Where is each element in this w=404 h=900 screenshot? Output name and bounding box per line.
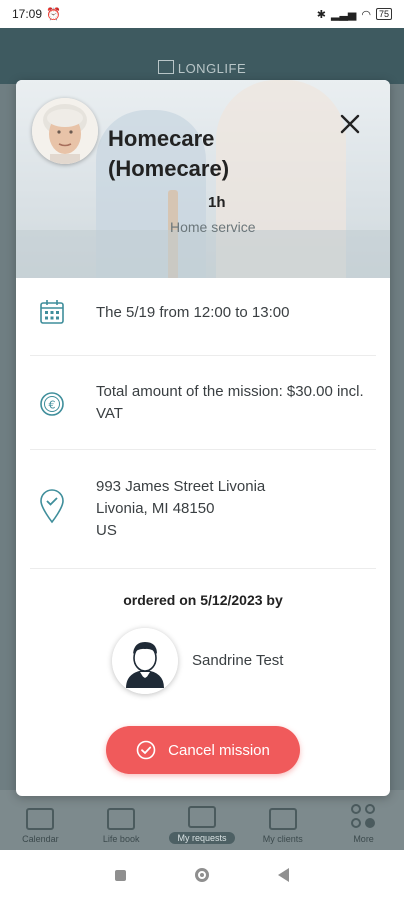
- close-button[interactable]: [334, 108, 366, 140]
- cancel-mission-button[interactable]: Cancel mission: [106, 726, 300, 774]
- status-time: 17:09: [12, 7, 43, 21]
- nav-label: More: [353, 834, 374, 844]
- alarm-icon: ⏰: [46, 7, 61, 21]
- service-type: Home service: [170, 219, 256, 235]
- nav-item-my-clients[interactable]: My clients: [248, 808, 318, 844]
- battery-icon: 75: [375, 8, 392, 20]
- mission-detail-modal: Homecare (Homecare) 1h Home service The …: [16, 80, 390, 796]
- amount-text: Total amount of the mission: $30.00 incl…: [96, 383, 364, 422]
- nav-label: My requests: [169, 832, 235, 844]
- bottom-nav: Calendar Life book My requests My client…: [0, 790, 404, 850]
- clients-icon: [268, 808, 297, 830]
- nav-item-my-requests[interactable]: My requests: [167, 806, 237, 844]
- grid-more-icon: [350, 804, 377, 830]
- address-line-2: Livonia, MI 48150: [96, 500, 215, 517]
- signal-icon: ▂▃▅: [330, 8, 357, 21]
- elder-face-icon: [32, 98, 98, 164]
- close-icon: [340, 114, 360, 134]
- divider: [30, 449, 376, 450]
- status-left: 17:09 ⏰: [12, 7, 61, 21]
- book-icon: [107, 808, 136, 830]
- system-nav-bar: [0, 850, 404, 900]
- nav-item-life-book[interactable]: Life book: [86, 808, 156, 844]
- orderer-avatar: [112, 628, 178, 694]
- address-block: 993 James Street Livonia Livonia, MI 481…: [16, 476, 390, 542]
- schedule-text: The 5/19 from 12:00 to 13:00: [96, 304, 290, 321]
- brand-name: LONGLIFE: [177, 61, 247, 76]
- nav-label: Calendar: [22, 834, 59, 844]
- address-line-1: 993 James Street Livonia: [96, 478, 266, 495]
- address-line-3: US: [96, 522, 117, 539]
- brand-logo: LONGLIFE: [0, 60, 404, 76]
- logo-mark-icon: [157, 60, 174, 74]
- recents-icon[interactable]: [114, 869, 126, 881]
- nav-label: Life book: [102, 834, 140, 844]
- orderer-name: Sandrine Test: [192, 652, 284, 669]
- status-bar: 17:09 ⏰ ✱ ▂▃▅ ◠ 75: [0, 0, 404, 28]
- check-circle-icon: [136, 740, 156, 760]
- divider: [30, 355, 376, 356]
- user-avatar-icon: [112, 628, 178, 694]
- wifi-icon: ◠: [361, 8, 371, 21]
- divider: [30, 568, 376, 569]
- nav-item-calendar[interactable]: Calendar: [5, 808, 75, 844]
- service-title: Homecare (Homecare): [108, 126, 230, 181]
- home-icon[interactable]: [194, 868, 209, 882]
- status-right: ✱ ▂▃▅ ◠ 75: [317, 8, 392, 21]
- nav-item-more[interactable]: More: [329, 804, 399, 844]
- ordered-info: ordered on 5/12/2023 by: [123, 592, 283, 608]
- back-icon[interactable]: [278, 868, 290, 882]
- bluetooth-icon: ✱: [316, 8, 326, 21]
- envelope-icon: [187, 806, 216, 828]
- service-duration: 1h: [208, 194, 226, 211]
- cancel-mission-label: Cancel mission: [168, 741, 270, 759]
- nav-label: My clients: [262, 834, 303, 844]
- service-avatar: [32, 98, 98, 164]
- calendar-icon: [26, 808, 55, 830]
